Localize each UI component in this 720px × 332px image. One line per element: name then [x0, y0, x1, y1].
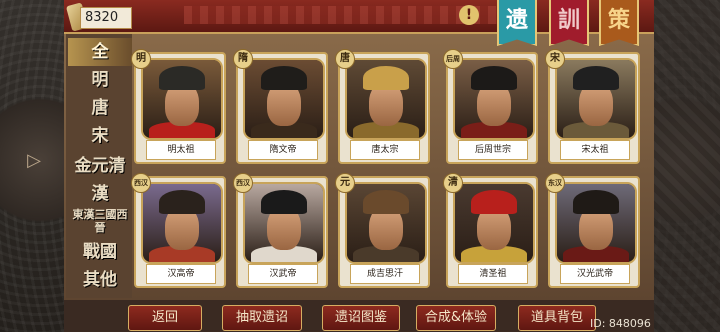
hero-card[interactable]: 明明太祖	[131, 49, 226, 164]
alert-icon[interactable]: !	[459, 5, 479, 25]
hero-portrait	[453, 182, 535, 264]
hero-name: 汉光武帝	[560, 264, 630, 284]
hero-name: 唐太宗	[350, 140, 420, 160]
dynasty-badge: 西汉	[233, 173, 253, 193]
hero-portrait	[555, 58, 637, 140]
category-item[interactable]: 唐	[68, 94, 132, 122]
hero-portrait	[345, 58, 427, 140]
hero-name: 清圣祖	[458, 264, 528, 284]
hero-portrait	[243, 58, 325, 140]
hero-card[interactable]: 唐唐太宗	[335, 49, 430, 164]
user-id-label: ID: 848096	[590, 317, 651, 330]
draw-edict-button[interactable]: 抽取遗诏	[222, 305, 302, 331]
currency-amount: 8320	[80, 7, 132, 29]
hero-name: 后周世宗	[458, 140, 528, 160]
tab-ce[interactable]: 策	[599, 0, 639, 46]
category-item[interactable]: 全	[68, 38, 132, 66]
hero-card[interactable]: 宋宋太祖	[545, 49, 640, 164]
hero-headwear	[261, 190, 307, 214]
hero-headwear	[159, 190, 205, 214]
hero-portrait	[453, 58, 535, 140]
synthesize-button[interactable]: 合成&体验	[416, 305, 496, 331]
hero-card[interactable]: 西汉汉高帝	[131, 173, 226, 288]
hero-portrait	[345, 182, 427, 264]
dynasty-badge: 元	[335, 173, 355, 193]
hero-name: 汉高帝	[146, 264, 216, 284]
hero-headwear	[261, 66, 307, 90]
hero-portrait	[243, 182, 325, 264]
item-bag-button[interactable]: 道具背包	[518, 305, 596, 331]
dynasty-badge: 隋	[233, 49, 253, 69]
dynasty-badge: 明	[131, 49, 151, 69]
tab-xun[interactable]: 訓	[549, 0, 589, 46]
dynasty-badge: 宋	[545, 49, 565, 69]
hero-card[interactable]: 西汉汉武帝	[233, 173, 328, 288]
hero-name: 明太祖	[146, 140, 216, 160]
category-item[interactable]: 其他	[68, 266, 132, 294]
hero-card[interactable]: 隋隋文帝	[233, 49, 328, 164]
hero-headwear	[363, 190, 409, 214]
hero-headwear	[159, 66, 205, 90]
hero-portrait	[555, 182, 637, 264]
hero-headwear	[363, 66, 409, 90]
hero-card[interactable]: 后周后周世宗	[443, 49, 538, 164]
dynasty-badge: 清	[443, 173, 463, 193]
hero-card[interactable]: 东汉汉光武帝	[545, 173, 640, 288]
dynasty-badge: 西汉	[131, 173, 151, 193]
hero-name: 成吉思汗	[350, 264, 420, 284]
hero-name: 隋文帝	[248, 140, 318, 160]
hero-portrait	[141, 182, 223, 264]
right-decor-panel	[650, 0, 720, 332]
category-item[interactable]: 明	[68, 66, 132, 94]
hero-card[interactable]: 元成吉思汗	[335, 173, 430, 288]
dynasty-badge: 后周	[443, 49, 463, 69]
category-item[interactable]: 宋	[68, 122, 132, 150]
back-button[interactable]: 返回	[128, 305, 202, 331]
tab-yi[interactable]: 遗	[497, 0, 537, 46]
side-collapse-arrow-icon[interactable]: ▷	[26, 150, 42, 172]
category-item[interactable]: 東漢三國西晉	[68, 208, 132, 236]
hero-portrait	[141, 58, 223, 140]
dynasty-badge: 唐	[335, 49, 355, 69]
hero-headwear	[471, 66, 517, 90]
hero-headwear	[573, 190, 619, 214]
hero-headwear	[471, 190, 517, 214]
edict-catalog-button[interactable]: 遗诏图鉴	[322, 305, 400, 331]
dynasty-badge: 东汉	[545, 173, 565, 193]
category-item[interactable]: 戰國	[68, 238, 132, 266]
category-item[interactable]: 漢	[68, 180, 132, 208]
hero-card[interactable]: 清清圣祖	[443, 173, 538, 288]
category-item[interactable]: 金元清	[68, 152, 132, 180]
hero-headwear	[573, 66, 619, 90]
hero-name: 汉武帝	[248, 264, 318, 284]
hero-name: 宋太祖	[560, 140, 630, 160]
